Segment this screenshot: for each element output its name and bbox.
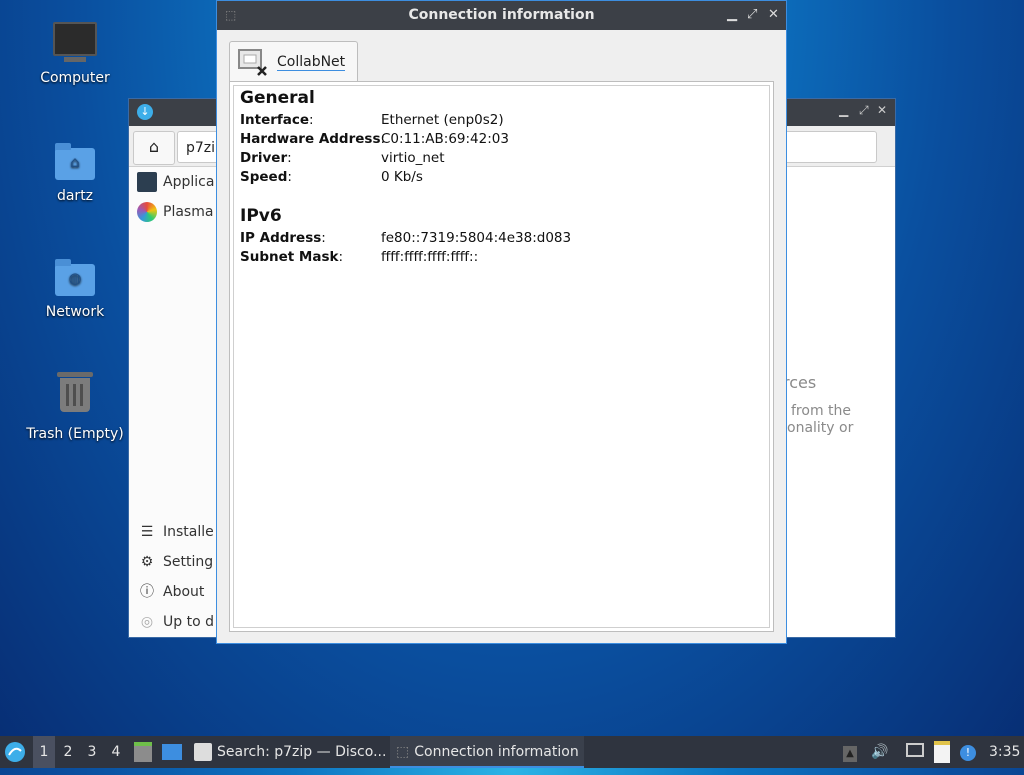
section-heading-general: General — [240, 88, 315, 108]
taskbar: 1 2 3 4 Search: p7zip — Disco... ⬚ Connec… — [0, 736, 1024, 768]
desktop-icon-computer[interactable]: Computer — [20, 22, 130, 86]
desktop-icon-label: Network — [45, 304, 105, 320]
discover-app-icon: ↓ — [137, 104, 153, 120]
tab-collabnet[interactable]: CollabNet — [229, 41, 358, 82]
minimize-icon[interactable]: ▁ — [727, 7, 737, 22]
app-menu-button[interactable] — [4, 736, 28, 768]
tab-label: CollabNet — [277, 54, 346, 71]
sidebar-item-label: Setting — [163, 554, 214, 570]
update-icon: ◎ — [140, 614, 154, 630]
wired-network-disconnected-icon — [238, 49, 267, 76]
workspace-2[interactable]: 2 — [57, 736, 79, 768]
sidebar-item-label: Plasma — [163, 204, 214, 220]
info-row: Subnet Mask: ffff:ffff:ffff:ffff:: — [240, 249, 479, 265]
close-icon[interactable]: ✕ — [877, 103, 887, 117]
trash-icon — [53, 372, 97, 422]
desktop-icon-label: Trash (Empty) — [26, 426, 124, 442]
arrow-up-icon: ▲ — [843, 746, 857, 762]
close-icon[interactable]: ✕ — [768, 7, 779, 22]
sidebar-item-updates[interactable]: ◎ Up to d — [137, 609, 214, 635]
row-key: IP Address — [240, 230, 322, 246]
row-value: fe80::7319:5804:4e38:d083 — [381, 230, 572, 246]
task-discover[interactable]: Search: p7zip — Disco... — [194, 736, 387, 768]
maximize-icon[interactable]: ⤢ — [859, 103, 869, 118]
row-key: Interface — [240, 112, 310, 128]
dialog-title: Connection information — [408, 7, 595, 23]
dialog-titlebar[interactable]: ⬚ Connection information ▁ ⤢ ✕ — [217, 1, 786, 30]
discover-sidebar: Applica Plasma ☰ Installe ⚙ Setting ⓘ About… — [129, 167, 217, 637]
sidebar-item-settings[interactable]: ⚙ Setting — [137, 549, 213, 575]
network-task-icon: ⬚ — [396, 744, 410, 760]
info-row: Interface: Ethernet (enp0s2) — [240, 112, 504, 128]
desktop-icon-trash[interactable]: Trash (Empty) — [20, 372, 130, 442]
sidebar-item-installed[interactable]: ☰ Installe — [137, 519, 214, 545]
info-icon: ⓘ — [140, 584, 154, 600]
task-label: Connection information — [414, 744, 579, 760]
row-value: ffff:ffff:ffff:ffff:: — [381, 249, 479, 265]
bg-heading: rces — [783, 373, 817, 392]
connection-info-dialog: ⬚ Connection information ▁ ⤢ ✕ CollabNet… — [216, 0, 787, 644]
workspace-1[interactable]: 1 — [33, 736, 55, 768]
show-desktop-icon — [162, 744, 182, 760]
row-key: Subnet Mask — [240, 249, 339, 265]
tray-network[interactable] — [906, 736, 930, 768]
sidebar-item-label: Applica — [163, 174, 215, 190]
list-icon: ☰ — [140, 524, 154, 540]
task-connection-info[interactable]: ⬚ Connection information — [390, 736, 584, 768]
home-button[interactable]: ⌂ — [133, 131, 175, 165]
maximize-icon[interactable]: ⤢ — [747, 7, 757, 22]
sidebar-item-label: About — [163, 584, 205, 600]
update-notification-icon: ! — [960, 745, 976, 761]
row-value: 0 Kb/s — [381, 169, 423, 185]
row-value: C0:11:AB:69:42:03 — [381, 131, 509, 147]
desktop-icon-home[interactable]: ⌂ dartz — [20, 140, 130, 204]
info-row: Hardware Address: C0:11:AB:69:42:03 — [240, 131, 509, 147]
info-row: Driver: virtio_net — [240, 150, 445, 166]
sidebar-item-applications[interactable]: Applica — [137, 169, 214, 195]
volume-icon: 🔊 — [871, 744, 889, 760]
home-icon: ⌂ — [148, 137, 160, 156]
sidebar-item-label: Installe — [163, 524, 214, 540]
lubuntu-logo-icon — [5, 742, 25, 762]
discover-task-icon — [194, 743, 212, 761]
section-heading-ipv6: IPv6 — [240, 206, 282, 226]
file-manager-launcher[interactable] — [134, 736, 156, 768]
bg-line: onality or — [787, 420, 854, 436]
info-row: Speed: 0 Kb/s — [240, 169, 423, 185]
minimize-icon[interactable]: ▁ — [839, 103, 848, 117]
tray-volume[interactable]: 🔊 — [871, 736, 891, 768]
tray-updates[interactable]: ! — [960, 736, 982, 768]
desktop-icon-network[interactable]: ◍ Network — [20, 256, 130, 320]
task-label: Search: p7zip — Disco... — [217, 744, 387, 760]
desktop-launcher[interactable] — [162, 736, 184, 768]
file-manager-icon — [134, 742, 152, 762]
tray-show-hidden[interactable]: ▲ — [843, 736, 861, 768]
clock[interactable]: 3:35 — [989, 736, 1021, 768]
row-value: Ethernet (enp0s2) — [381, 112, 504, 128]
wired-network-icon — [906, 743, 924, 757]
desktop-icon-label: Computer — [40, 70, 110, 86]
row-key: Hardware Address — [240, 131, 381, 147]
row-key: Speed — [240, 169, 288, 185]
sidebar-item-about[interactable]: ⓘ About — [137, 579, 204, 605]
network-folder-icon: ◍ — [53, 256, 97, 300]
workspace-3[interactable]: 3 — [81, 736, 103, 768]
computer-icon — [53, 22, 97, 66]
applications-icon — [137, 172, 157, 192]
home-folder-icon: ⌂ — [53, 140, 97, 184]
row-key: Driver — [240, 150, 288, 166]
sidebar-item-label: Up to d — [163, 614, 214, 630]
sidebar-item-plasma[interactable]: Plasma — [137, 199, 213, 225]
row-value: virtio_net — [381, 150, 445, 166]
gear-icon: ⚙ — [140, 554, 154, 570]
clipboard-icon — [934, 741, 950, 763]
connection-details-panel: General Interface: Ethernet (enp0s2) Hard… — [229, 81, 774, 632]
workspace-4[interactable]: 4 — [105, 736, 127, 768]
bg-line: from the — [791, 403, 852, 419]
desktop-icon-label: dartz — [56, 188, 94, 204]
info-row: IP Address: fe80::7319:5804:4e38:d083 — [240, 230, 572, 246]
tray-clipboard[interactable] — [934, 736, 956, 768]
plasma-icon — [137, 202, 157, 222]
